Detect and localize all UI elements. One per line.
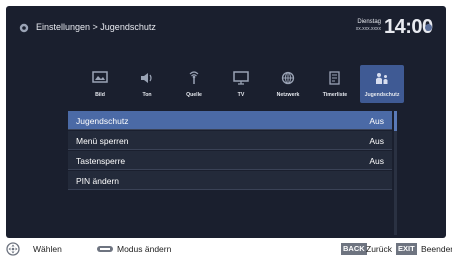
row-value: Aus xyxy=(369,156,384,166)
back-key: BACK xyxy=(341,243,367,255)
row-value: Aus xyxy=(369,116,384,126)
exit-key: EXIT xyxy=(396,243,417,255)
tab-label: Quelle xyxy=(186,92,202,98)
weekday-label: Dienstag xyxy=(357,19,381,25)
tv-menu-screen: Einstellungen > Jugendschutz Dienstag xx… xyxy=(6,6,446,238)
row-label: PIN ändern xyxy=(76,176,119,186)
menu-row-pin-aendern[interactable]: PIN ändern xyxy=(68,171,392,190)
tab-netzwerk[interactable]: Netzwerk xyxy=(266,65,310,103)
tab-quelle[interactable]: Quelle xyxy=(172,65,216,103)
breadcrumb: Einstellungen > Jugendschutz xyxy=(36,22,156,32)
tab-tv[interactable]: TV xyxy=(219,65,263,103)
picture-icon xyxy=(92,71,108,83)
tab-label: TV xyxy=(237,92,245,98)
tab-label: Ton xyxy=(142,92,152,98)
menu-row-tastensperre[interactable]: Tastensperre Aus xyxy=(68,151,392,170)
tab-label: Bild xyxy=(95,92,105,98)
footer-hints: Wählen Modus ändern BACK Zurück EXIT Bee… xyxy=(0,239,452,259)
mode-hint-label: Modus ändern xyxy=(117,244,172,254)
select-hint-label: Wählen xyxy=(33,244,62,254)
gear-icon xyxy=(19,23,29,33)
network-icon xyxy=(281,71,295,85)
exit-hint-label: Beenden xyxy=(421,244,452,254)
tv-icon xyxy=(233,71,249,85)
back-hint-label: Zurück xyxy=(366,244,392,254)
tab-bild[interactable]: Bild xyxy=(78,65,122,103)
tab-label: Netzwerk xyxy=(276,92,300,98)
row-label: Menü sperren xyxy=(76,136,129,146)
tab-label: Jugendschutz xyxy=(364,92,400,98)
row-value: Aus xyxy=(369,136,384,146)
scroll-thumb[interactable] xyxy=(394,111,397,131)
row-label: Tastensperre xyxy=(76,156,126,166)
menu-row-menue-sperren[interactable]: Menü sperren Aus xyxy=(68,131,392,150)
tab-jugendschutz[interactable]: Jugendschutz xyxy=(360,65,404,103)
source-icon xyxy=(189,71,199,84)
header-bar: Einstellungen > Jugendschutz Dienstag xx… xyxy=(6,6,446,52)
row-label: Jugendschutz xyxy=(76,116,129,126)
tab-ton[interactable]: Ton xyxy=(125,65,169,103)
menu-row-jugendschutz[interactable]: Jugendschutz Aus xyxy=(68,111,392,130)
scrollbar[interactable] xyxy=(394,111,397,235)
date-block: Dienstag xx.xxx.xxxx xyxy=(341,18,381,33)
parental-lock-icon xyxy=(376,73,388,84)
speaker-icon xyxy=(141,73,152,83)
status-dot-icon xyxy=(425,24,432,31)
dpad-icon xyxy=(6,242,20,256)
tab-label: Timerliste xyxy=(322,92,348,98)
date-label: xx.xxx.xxxx xyxy=(355,26,381,32)
tab-timerliste[interactable]: Timerliste xyxy=(313,65,357,103)
mode-button-icon xyxy=(97,246,113,252)
timer-list-icon xyxy=(329,71,340,85)
